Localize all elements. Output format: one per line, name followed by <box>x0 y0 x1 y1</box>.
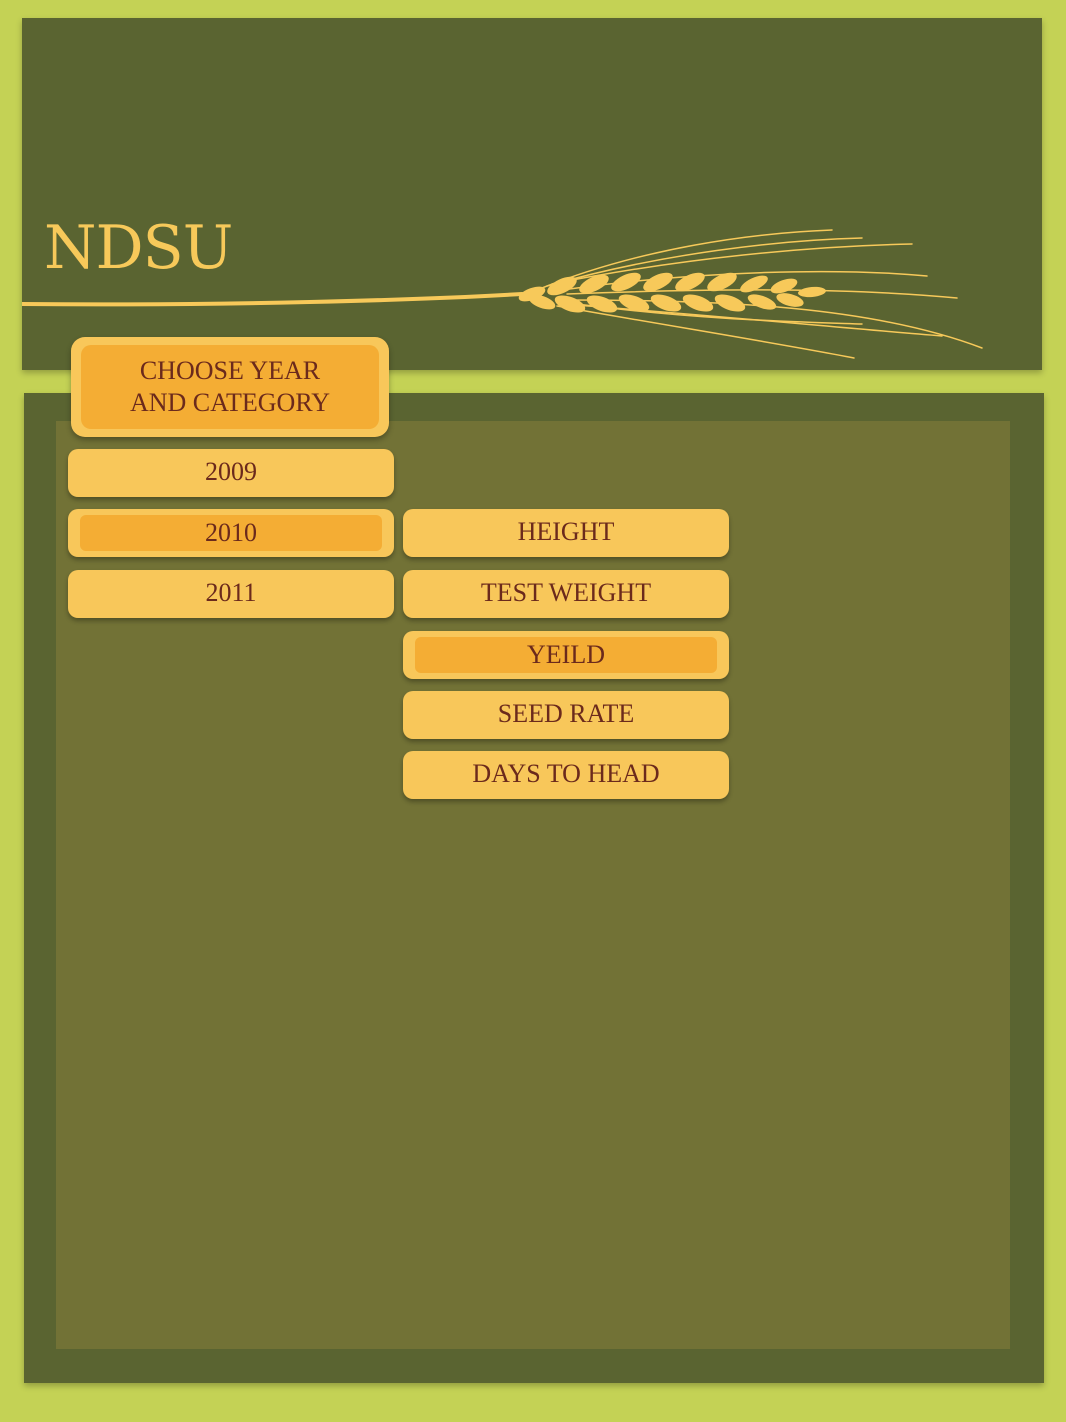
year-button-2011[interactable]: 2011 <box>68 570 394 618</box>
year-label: 2010 <box>80 515 382 551</box>
year-button-2010[interactable]: 2010 <box>68 509 394 557</box>
choose-year-category-header: CHOOSE YEAR AND CATEGORY <box>71 337 389 437</box>
chooser-line-2: AND CATEGORY <box>129 388 331 417</box>
category-label: SEED RATE <box>497 699 635 728</box>
year-label: 2011 <box>205 578 257 607</box>
header-banner: NDSU <box>22 18 1042 370</box>
content-area <box>56 421 1010 1349</box>
category-label: YEILD <box>415 637 717 673</box>
category-label: TEST WEIGHT <box>480 578 652 607</box>
category-button-yield[interactable]: YEILD <box>403 631 729 679</box>
chooser-line-1: CHOOSE YEAR <box>139 356 321 385</box>
category-button-test-weight[interactable]: TEST WEIGHT <box>403 570 729 618</box>
category-button-days-to-head[interactable]: DAYS TO HEAD <box>403 751 729 799</box>
category-button-seed-rate[interactable]: SEED RATE <box>403 691 729 739</box>
category-label: HEIGHT <box>517 517 615 546</box>
year-button-2009[interactable]: 2009 <box>68 449 394 497</box>
category-label: DAYS TO HEAD <box>472 759 660 788</box>
year-label: 2009 <box>205 457 257 486</box>
category-button-height[interactable]: HEIGHT <box>403 509 729 557</box>
